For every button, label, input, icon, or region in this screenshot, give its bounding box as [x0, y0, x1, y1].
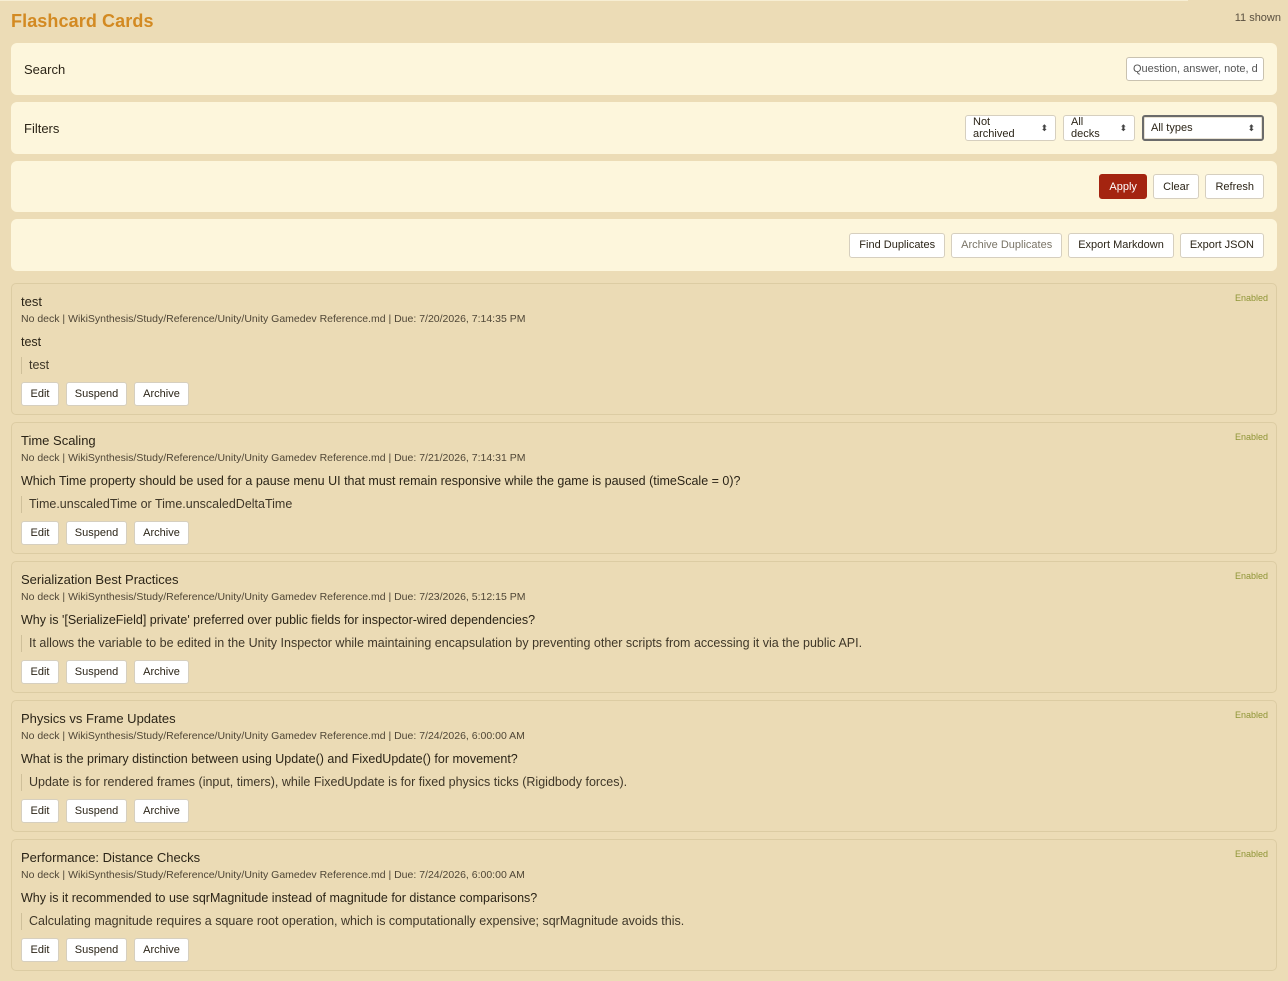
find-duplicates-button[interactable]: Find Duplicates — [849, 232, 946, 258]
card-meta: No deck | WikiSynthesis/Study/Reference/… — [21, 591, 526, 603]
deck-filter-select[interactable]: All decks ⬍ — [1063, 115, 1135, 141]
action-buttons: Apply Clear Refresh — [1099, 174, 1264, 199]
card-meta: No deck | WikiSynthesis/Study/Reference/… — [21, 313, 526, 325]
card-answer: It allows the variable to be edited in t… — [21, 635, 1267, 652]
archive-duplicates-button[interactable]: Archive Duplicates — [951, 232, 1063, 258]
card-title: Physics vs Frame Updates — [21, 711, 176, 726]
shown-count: 11 shown — [1234, 12, 1281, 24]
card-answer: Time.unscaledTime or Time.unscaledDeltaT… — [21, 496, 1267, 513]
flashcard-card: Time Scaling Enabled No deck | WikiSynth… — [11, 422, 1277, 554]
edit-button[interactable]: Edit — [21, 938, 59, 962]
archived-filter-select[interactable]: Not archived ⬍ — [965, 115, 1056, 141]
card-title: Serialization Best Practices — [21, 572, 179, 587]
flashcard-cards-page: Flashcard Cards 11 shown Search Filters … — [0, 0, 1288, 981]
card-actions: Edit Suspend Archive — [21, 938, 1267, 970]
type-filter-select[interactable]: All types ⬍ — [1142, 115, 1264, 141]
card-actions: Edit Suspend Archive — [21, 660, 1267, 692]
page-header: Flashcard Cards 11 shown — [11, 0, 1281, 43]
archive-button[interactable]: Archive — [134, 799, 189, 823]
suspend-button[interactable]: Suspend — [66, 938, 127, 962]
apply-button[interactable]: Apply — [1099, 174, 1148, 199]
updown-chevron-icon: ⬍ — [1040, 122, 1048, 133]
deck-filter-value: All decks — [1071, 116, 1100, 140]
card-status-badge: Enabled — [1234, 849, 1268, 859]
search-input[interactable] — [1126, 57, 1264, 81]
card-status-badge: Enabled — [1234, 571, 1268, 581]
card-meta: No deck | WikiSynthesis/Study/Reference/… — [21, 730, 525, 742]
card-actions: Edit Suspend Archive — [21, 799, 1267, 831]
flashcard-card: Performance: Distance Checks Enabled No … — [11, 839, 1277, 971]
card-answer: Update is for rendered frames (input, ti… — [21, 774, 1267, 791]
archive-button[interactable]: Archive — [134, 660, 189, 684]
card-answer: Calculating magnitude requires a square … — [21, 913, 1267, 930]
card-title: Performance: Distance Checks — [21, 850, 201, 865]
tools-panel: Find Duplicates Archive Duplicates Expor… — [11, 219, 1277, 271]
card-answer: test — [21, 357, 1267, 374]
card-question: test — [21, 335, 42, 349]
card-question: What is the primary distinction between … — [21, 752, 518, 766]
filters-panel: Filters Not archived ⬍ All decks ⬍ All t… — [11, 102, 1277, 154]
updown-chevron-icon: ⬍ — [1119, 122, 1127, 133]
edit-button[interactable]: Edit — [21, 660, 59, 684]
clear-button[interactable]: Clear — [1153, 174, 1200, 199]
card-question: Which Time property should be used for a… — [21, 474, 741, 488]
search-panel: Search — [11, 43, 1277, 95]
filters-label: Filters — [24, 120, 60, 136]
card-title: test — [21, 294, 42, 309]
suspend-button[interactable]: Suspend — [66, 521, 127, 545]
card-status-badge: Enabled — [1234, 432, 1268, 442]
search-label: Search — [24, 61, 66, 77]
page-title: Flashcard Cards — [11, 11, 154, 31]
archive-button[interactable]: Archive — [134, 521, 189, 545]
top-divider — [0, 0, 1188, 1]
flashcard-card: test Enabled No deck | WikiSynthesis/Stu… — [11, 283, 1277, 415]
edit-button[interactable]: Edit — [21, 799, 59, 823]
archive-button[interactable]: Archive — [134, 938, 189, 962]
tool-buttons: Find Duplicates Archive Duplicates Expor… — [849, 232, 1264, 258]
flashcard-card: Physics vs Frame Updates Enabled No deck… — [11, 700, 1277, 832]
card-question: Why is '[SerializeField] private' prefer… — [21, 613, 536, 627]
actions-panel: Apply Clear Refresh — [11, 161, 1277, 212]
type-filter-value: All types — [1151, 122, 1193, 134]
card-actions: Edit Suspend Archive — [21, 382, 1267, 414]
card-meta: No deck | WikiSynthesis/Study/Reference/… — [21, 452, 526, 464]
suspend-button[interactable]: Suspend — [66, 660, 127, 684]
archived-filter-value: Not archived — [973, 116, 1015, 140]
card-meta: No deck | WikiSynthesis/Study/Reference/… — [21, 869, 525, 881]
archive-button[interactable]: Archive — [134, 382, 189, 406]
edit-button[interactable]: Edit — [21, 521, 59, 545]
card-status-badge: Enabled — [1234, 710, 1268, 720]
suspend-button[interactable]: Suspend — [66, 382, 127, 406]
card-status-badge: Enabled — [1234, 293, 1268, 303]
flashcard-card: Serialization Best Practices Enabled No … — [11, 561, 1277, 693]
card-list: test Enabled No deck | WikiSynthesis/Stu… — [11, 283, 1277, 971]
edit-button[interactable]: Edit — [21, 382, 59, 406]
export-markdown-button[interactable]: Export Markdown — [1068, 232, 1174, 258]
updown-chevron-icon: ⬍ — [1247, 122, 1255, 133]
filter-selects: Not archived ⬍ All decks ⬍ All types ⬍ — [965, 115, 1264, 141]
card-title: Time Scaling — [21, 433, 96, 448]
refresh-button[interactable]: Refresh — [1205, 174, 1264, 199]
suspend-button[interactable]: Suspend — [66, 799, 127, 823]
export-json-button[interactable]: Export JSON — [1179, 232, 1264, 258]
card-question: Why is it recommended to use sqrMagnitud… — [21, 891, 538, 905]
card-actions: Edit Suspend Archive — [21, 521, 1267, 553]
